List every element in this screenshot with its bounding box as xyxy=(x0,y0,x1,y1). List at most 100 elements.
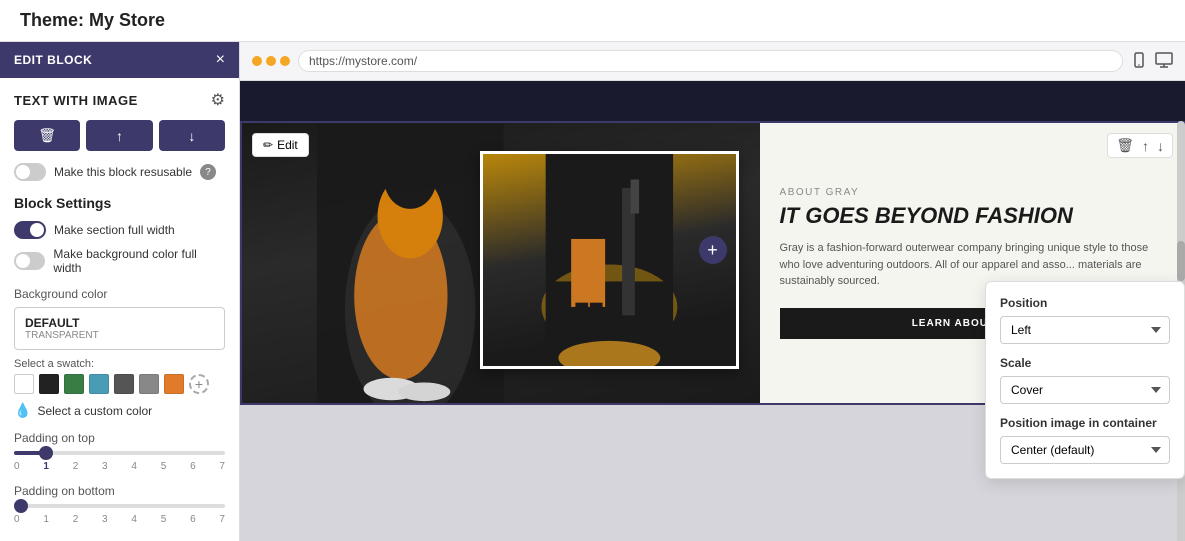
padding-top-label: Padding on top xyxy=(14,431,225,445)
custom-color-label: Select a custom color xyxy=(37,404,152,418)
position-label: Position xyxy=(1000,296,1170,310)
position-image-select[interactable]: Center (default) Top Bottom xyxy=(1000,436,1170,464)
position-image-label: Position image in container xyxy=(1000,416,1170,430)
trash-icon: 🗑 xyxy=(38,127,56,144)
padding-bottom-slider[interactable] xyxy=(14,504,225,508)
slider-track-top xyxy=(14,451,225,455)
make-section-full-width-row: Make section full width xyxy=(14,221,225,239)
swatch-white[interactable] xyxy=(14,374,34,394)
main-layout: EDIT BLOCK × TEXT WITH IMAGE ⚙ 🗑 ↑ ↓ xyxy=(0,42,1185,541)
panel-body: TEXT WITH IMAGE ⚙ 🗑 ↑ ↓ Make this block xyxy=(0,78,239,541)
swatch-gray-dark[interactable] xyxy=(114,374,134,394)
padding-bottom-label: Padding on bottom xyxy=(14,484,225,498)
gear-button[interactable]: ⚙ xyxy=(211,90,225,110)
scale-select[interactable]: Cover Contain Fill xyxy=(1000,376,1170,404)
desktop-view-button[interactable] xyxy=(1155,52,1173,71)
color-picker-button[interactable]: DEFAULT TRANSPARENT xyxy=(14,307,225,350)
swatches-container: + xyxy=(14,374,225,394)
browser-icons xyxy=(1131,52,1173,71)
mobile-view-button[interactable] xyxy=(1131,52,1147,71)
swatch-blue[interactable] xyxy=(89,374,109,394)
arrow-down-icon: ↓ xyxy=(188,128,195,144)
btick-7: 7 xyxy=(219,514,225,525)
edit-block-button[interactable]: ✏ Edit xyxy=(252,133,309,157)
position-settings-panel: Position Left Right Center Scale Cover C… xyxy=(985,281,1185,479)
resusable-toggle[interactable] xyxy=(14,163,46,181)
position-select[interactable]: Left Right Center xyxy=(1000,316,1170,344)
scale-label: Scale xyxy=(1000,356,1170,370)
btick-0: 0 xyxy=(14,514,20,525)
tick-0: 0 xyxy=(14,461,20,472)
move-up-button[interactable]: ↑ xyxy=(86,120,152,151)
desktop-icon xyxy=(1155,52,1173,68)
swatch-gray[interactable] xyxy=(139,374,159,394)
frame-content xyxy=(483,154,736,366)
about-label: ABOUT GRAY xyxy=(780,187,1163,198)
btick-2: 2 xyxy=(73,514,79,525)
make-bg-full-width-row: Make background color full width xyxy=(14,247,225,275)
tick-2: 2 xyxy=(73,461,79,472)
dot-yellow xyxy=(266,56,276,66)
pos-spacer-1 xyxy=(1000,344,1170,356)
btick-6: 6 xyxy=(190,514,196,525)
btick-1: 1 xyxy=(43,514,49,525)
plus-icon-top: + xyxy=(707,241,718,259)
dropper-icon: 💧 xyxy=(14,402,31,419)
slider-thumb-bottom[interactable] xyxy=(14,499,28,513)
url-bar[interactable]: https://mystore.com/ xyxy=(298,50,1123,72)
delete-block-button[interactable]: 🗑 xyxy=(14,120,80,151)
btick-5: 5 xyxy=(161,514,167,525)
preview-panel: https://mystore.com/ + ✏ xyxy=(240,42,1185,541)
toggle-knob-bg xyxy=(16,254,30,268)
bg-color-section: Background color DEFAULT TRANSPARENT Sel… xyxy=(14,287,225,419)
move-down-button[interactable]: ↓ xyxy=(159,120,225,151)
store-nav-bar xyxy=(240,81,1185,121)
slider-track-bottom xyxy=(14,504,225,508)
toggle-knob-on xyxy=(30,223,44,237)
block-actions: 🗑 ↑ ↓ xyxy=(1107,133,1173,158)
browser-dots xyxy=(252,56,290,66)
block-down-button[interactable]: ↓ xyxy=(1155,137,1166,154)
preview-area: + ✏ Edit 🗑 ↑ ↓ xyxy=(240,81,1185,541)
panel-close-button[interactable]: × xyxy=(216,52,225,68)
tick-1: 1 xyxy=(43,461,49,472)
twi-images xyxy=(242,123,760,403)
slider-ticks-bottom: 0 1 2 3 4 5 6 7 xyxy=(14,514,225,525)
add-section-top-button[interactable]: + xyxy=(699,236,727,264)
bg-full-width-toggle[interactable] xyxy=(14,252,45,270)
dot-red xyxy=(252,56,262,66)
custom-color-row[interactable]: 💧 Select a custom color xyxy=(14,402,225,419)
tick-4: 4 xyxy=(131,461,137,472)
swatch-green[interactable] xyxy=(64,374,84,394)
action-buttons: 🗑 ↑ ↓ xyxy=(14,120,225,151)
section-full-width-label: Make section full width xyxy=(54,223,175,237)
tick-3: 3 xyxy=(102,461,108,472)
bg-full-width-label: Make background color full width xyxy=(53,247,225,275)
block-type-row: TEXT WITH IMAGE ⚙ xyxy=(14,90,225,110)
block-type-label: TEXT WITH IMAGE xyxy=(14,93,138,108)
tick-6: 6 xyxy=(190,461,196,472)
panel-title: EDIT BLOCK xyxy=(14,53,92,67)
btick-3: 3 xyxy=(102,514,108,525)
color-sub: TRANSPARENT xyxy=(25,330,214,341)
padding-top-slider[interactable] xyxy=(14,451,225,455)
arrow-up-icon: ↑ xyxy=(116,128,123,144)
swatch-black[interactable] xyxy=(39,374,59,394)
padding-top-section: Padding on top 0 1 2 3 4 5 6 7 xyxy=(14,431,225,472)
block-delete-button[interactable]: 🗑 xyxy=(1114,137,1136,154)
scroll-thumb[interactable] xyxy=(1177,241,1185,281)
swatch-orange[interactable] xyxy=(164,374,184,394)
slider-ticks-top: 0 1 2 3 4 5 6 7 xyxy=(14,461,225,472)
pos-spacer-2 xyxy=(1000,404,1170,416)
slider-thumb-top[interactable] xyxy=(39,446,53,460)
page-title: Theme: My Store xyxy=(20,10,165,31)
block-up-button[interactable]: ↑ xyxy=(1140,137,1151,154)
section-full-width-toggle[interactable] xyxy=(14,221,46,239)
person-right-svg xyxy=(483,154,736,366)
dot-green xyxy=(280,56,290,66)
help-icon[interactable]: ? xyxy=(200,164,216,180)
tick-5: 5 xyxy=(161,461,167,472)
resusable-row: Make this block resusable ? xyxy=(14,163,225,181)
swatch-add-button[interactable]: + xyxy=(189,374,209,394)
toggle-knob xyxy=(16,165,30,179)
